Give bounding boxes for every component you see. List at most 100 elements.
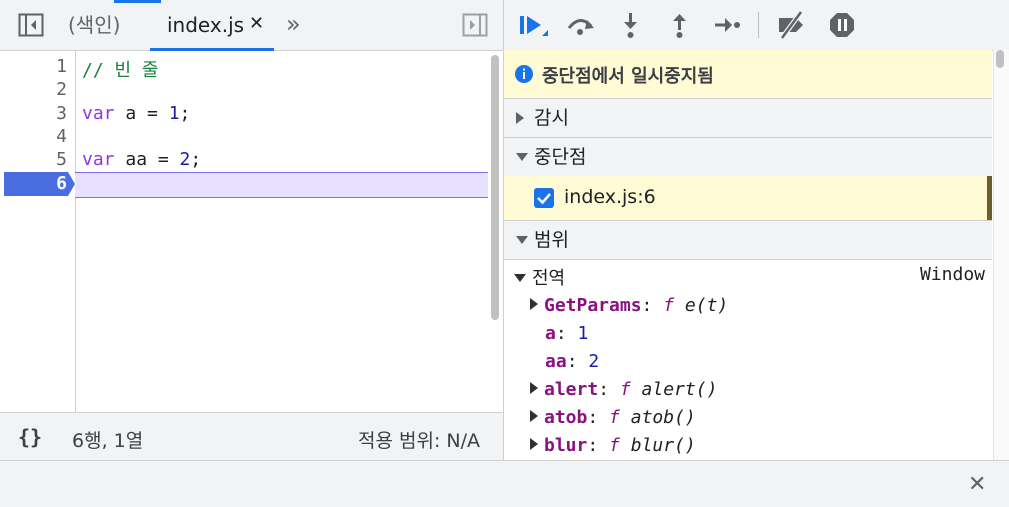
property-key: GetParams <box>544 295 642 316</box>
breakpoints-section-header[interactable]: 중단점 <box>504 138 992 177</box>
property-value: e(t) <box>674 295 729 316</box>
resume-button[interactable] <box>516 8 550 42</box>
function-marker: f <box>619 379 631 400</box>
property-separator: : <box>587 407 610 428</box>
tab-label: (색인) <box>68 13 121 37</box>
scope-property-row[interactable]: GetParams: f e(t) <box>530 292 728 320</box>
property-key: aa <box>545 351 567 372</box>
close-tab-icon[interactable]: ✕ <box>249 13 264 34</box>
function-marker: f <box>609 407 620 428</box>
pause-octagon-icon <box>830 13 854 37</box>
tab-index-js[interactable]: index.js ✕ <box>150 0 274 51</box>
function-marker: f <box>663 295 675 316</box>
deactivate-breakpoints-button[interactable] <box>774 8 808 42</box>
code-token: var <box>82 149 115 171</box>
code-line[interactable]: var a = 1; <box>82 103 190 124</box>
code-line[interactable]: var aa = 2; <box>82 149 201 170</box>
breakpoint-active-bar <box>987 176 992 220</box>
scope-global-row[interactable]: 전역 Window <box>514 264 989 290</box>
sidebar-right-icon <box>462 13 488 37</box>
code-token: var <box>82 102 115 124</box>
step-into-button[interactable] <box>614 8 648 42</box>
expand-arrow-icon[interactable] <box>530 298 538 310</box>
editor-scrollbar[interactable] <box>491 55 499 320</box>
scope-property-row[interactable]: alert: f alert() <box>530 376 717 404</box>
code-token: a = <box>114 102 169 124</box>
scope-global-value: Window <box>919 264 985 285</box>
property-separator: : <box>598 379 620 400</box>
line-number[interactable]: 5 <box>0 149 67 170</box>
property-value: 2 <box>588 351 600 372</box>
scope-property-row[interactable]: blur: f blur() <box>530 432 696 460</box>
tab-label: index.js <box>167 13 245 37</box>
expand-arrow-icon[interactable] <box>530 382 538 394</box>
step-out-button[interactable] <box>663 8 697 42</box>
line-number[interactable]: 6 <box>0 173 67 194</box>
pretty-print-button[interactable]: {} <box>18 425 42 449</box>
sidebar-toggle-icon <box>18 13 44 37</box>
active-tab-underline <box>150 48 274 51</box>
more-tabs-button[interactable]: » <box>286 10 301 38</box>
double-chevron-icon: » <box>286 10 301 38</box>
property-separator: : <box>587 435 610 456</box>
info-icon <box>515 65 533 83</box>
collapse-arrow-icon <box>516 236 528 244</box>
resume-icon <box>520 16 548 36</box>
scope-global-label: 전역 <box>532 268 566 289</box>
breakpoint-item[interactable]: index.js:6 <box>504 176 992 221</box>
property-value: blur() <box>619 435 696 456</box>
expand-arrow-icon <box>516 112 524 124</box>
step-button[interactable] <box>710 8 744 42</box>
expand-arrow-icon[interactable] <box>530 438 538 450</box>
scope-property-row[interactable]: a: 1 <box>545 320 588 348</box>
drawer-bar: ✕ <box>0 460 1009 507</box>
scope-property-row[interactable]: aa: 2 <box>545 348 599 376</box>
property-key: atob <box>544 407 588 428</box>
toggle-navigator-button[interactable] <box>18 13 44 37</box>
breakpoints-off-icon <box>779 10 804 40</box>
editor-status-bar: {} 6행, 1열 적용 범위: N/A <box>0 412 503 461</box>
toggle-debugger-button[interactable] <box>462 13 488 37</box>
tab-index-html[interactable]: (색인) <box>68 0 120 50</box>
property-separator: : <box>555 323 578 344</box>
cursor-position: 6행, 1열 <box>72 430 144 452</box>
code-token: 2 <box>179 149 191 171</box>
step-out-icon <box>673 14 686 38</box>
toolbar-separator <box>758 12 759 38</box>
paused-message: 중단점에서 일시중지됨 <box>504 50 992 99</box>
section-label: 범위 <box>534 229 569 251</box>
close-drawer-button[interactable]: ✕ <box>968 472 986 497</box>
step-over-button[interactable] <box>564 8 598 42</box>
property-key: alert <box>544 379 599 400</box>
pause-on-exceptions-button[interactable] <box>825 8 859 42</box>
sidebar-scrollbar[interactable] <box>996 50 1004 68</box>
breakpoint-location: index.js:6 <box>564 186 656 208</box>
property-separator: : <box>641 295 664 316</box>
step-over-icon <box>567 19 594 35</box>
code-token: ; <box>179 102 191 124</box>
line-number[interactable]: 1 <box>0 56 67 77</box>
watch-section-header[interactable]: 감시 <box>504 99 992 138</box>
line-number[interactable]: 4 <box>0 126 67 147</box>
code-token: // 빈 줄 <box>82 60 159 81</box>
coverage-status: 적용 범위: N/A <box>358 430 481 452</box>
code-token: aa = <box>114 149 180 171</box>
check-icon <box>537 193 551 205</box>
section-label: 중단점 <box>534 146 587 168</box>
breakpoint-checkbox[interactable] <box>534 188 554 208</box>
property-value: atob() <box>619 407 696 428</box>
collapse-arrow-icon <box>514 273 526 282</box>
line-number[interactable]: 3 <box>0 103 67 124</box>
code-line[interactable]: // 빈 줄 <box>82 56 158 82</box>
scope-property-row[interactable]: atob: f atob() <box>530 404 696 432</box>
property-key: a <box>545 323 556 344</box>
collapse-arrow-icon <box>516 153 528 161</box>
property-separator: : <box>566 351 589 372</box>
line-number[interactable]: 2 <box>0 79 67 100</box>
step-icon <box>715 18 740 32</box>
paused-text: 중단점에서 일시중지됨 <box>542 66 714 87</box>
property-key: blur <box>544 435 588 456</box>
expand-arrow-icon[interactable] <box>530 410 538 422</box>
scope-section-header[interactable]: 범위 <box>504 221 992 260</box>
code-token: 1 <box>168 102 180 124</box>
